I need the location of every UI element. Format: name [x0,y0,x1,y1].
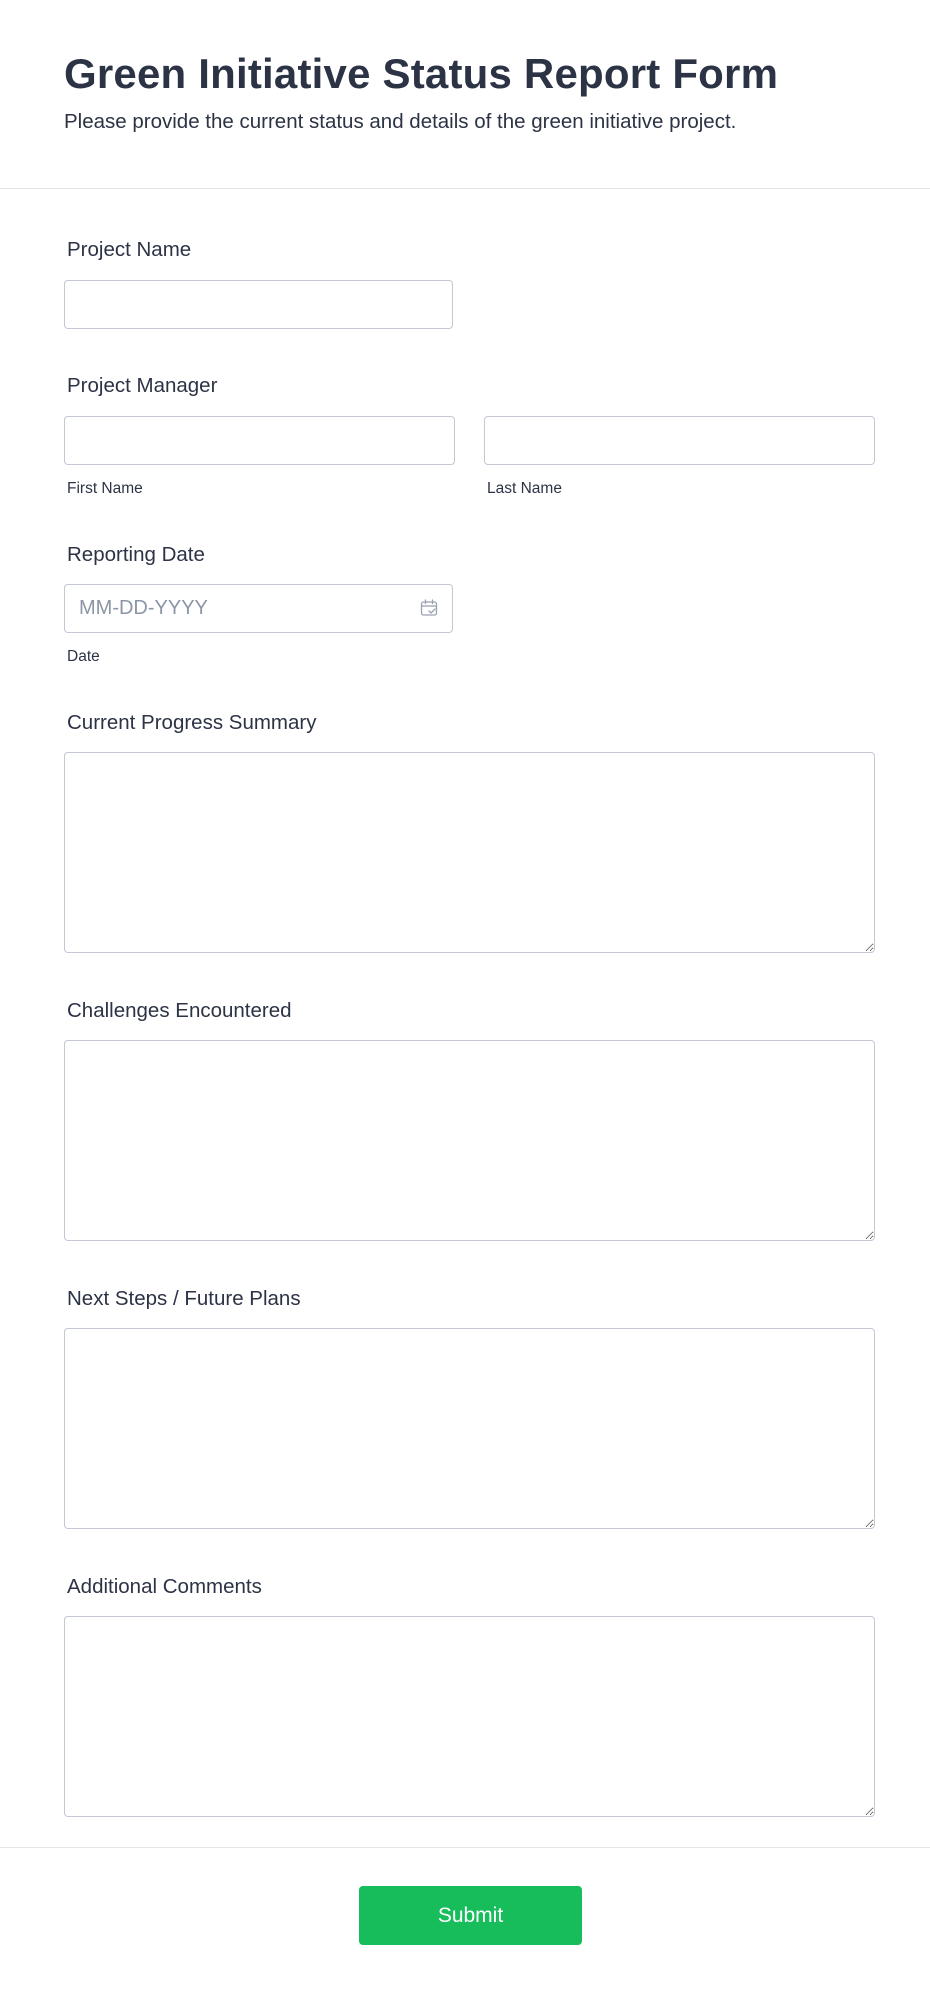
reporting-date-label: Reporting Date [67,543,205,566]
challenges-textarea[interactable] [64,1040,875,1241]
next-steps-label: Next Steps / Future Plans [67,1287,301,1310]
first-name-sublabel: First Name [67,480,143,497]
submit-button[interactable]: Submit [359,1886,582,1945]
project-name-label: Project Name [67,238,192,261]
additional-comments-textarea[interactable] [64,1616,875,1817]
next-steps-textarea[interactable] [64,1328,875,1529]
form-footer: Submit [0,1847,930,1996]
additional-comments-label: Additional Comments [67,1575,262,1598]
challenges-label: Challenges Encountered [67,999,292,1022]
last-name-input[interactable] [484,416,875,465]
current-progress-textarea[interactable] [64,752,875,953]
reporting-date-sublabel: Date [67,648,100,665]
current-progress-label: Current Progress Summary [67,711,317,734]
project-manager-label: Project Manager [67,374,218,397]
project-name-input[interactable] [64,280,453,329]
page-subtitle: Please provide the current status and de… [64,110,737,133]
last-name-sublabel: Last Name [487,480,562,497]
calendar-icon[interactable] [420,599,438,617]
form-header: Green Initiative Status Report Form Plea… [0,0,930,189]
first-name-input[interactable] [64,416,455,465]
reporting-date-input[interactable] [64,584,453,633]
page-title: Green Initiative Status Report Form [64,50,779,97]
